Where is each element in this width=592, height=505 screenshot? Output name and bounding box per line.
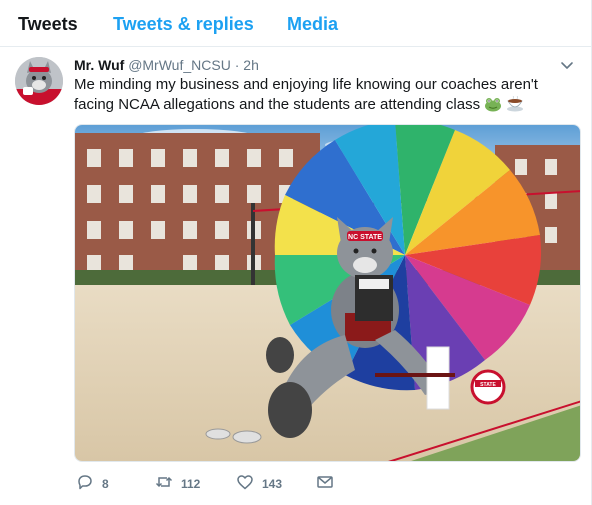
profile-tabs: Tweets Tweets & replies Media <box>0 0 592 47</box>
tab-media[interactable]: Media <box>287 12 338 36</box>
author-name[interactable]: Mr. Wuf <box>74 57 124 73</box>
direct-message-button[interactable] <box>316 472 334 496</box>
tab-tweets[interactable]: Tweets <box>18 12 78 36</box>
author-handle[interactable]: @MrWuf_NCSU <box>128 57 231 73</box>
tweet-card: Tweets Tweets & replies Media Mr. Wuf @M… <box>0 0 592 505</box>
tweet-timestamp[interactable]: 2h <box>243 57 259 73</box>
like-count: 143 <box>262 477 283 491</box>
tweet-header: Mr. Wuf @MrWuf_NCSU · 2h <box>74 55 259 75</box>
retweet-button[interactable]: 112 <box>155 472 200 496</box>
tab-tweets-and-replies[interactable]: Tweets & replies <box>113 12 254 36</box>
tweet-text-content: Me minding my business and enjoying life… <box>74 76 538 113</box>
tea-icon <box>506 95 524 112</box>
hat-text: NC STATE <box>348 234 382 241</box>
like-button[interactable]: 143 <box>236 472 282 496</box>
frog-icon <box>484 96 502 112</box>
like-icon <box>236 473 254 496</box>
separator-dot: · <box>234 57 240 73</box>
reply-button[interactable]: 8 <box>76 472 109 496</box>
reply-icon <box>76 473 94 496</box>
retweet-icon <box>155 473 173 496</box>
tweet-text: Me minding my business and enjoying life… <box>74 75 574 115</box>
reply-count: 8 <box>102 477 109 491</box>
avatar[interactable] <box>15 57 63 105</box>
tweet-media-photo[interactable]: NC STATE STATE <box>74 124 581 462</box>
tweet-actions: 8 112 143 <box>74 472 434 496</box>
chevron-down-icon[interactable] <box>560 58 574 72</box>
retweet-count: 112 <box>181 477 201 491</box>
ball-text: STATE <box>480 382 496 388</box>
direct-message-icon <box>316 473 334 496</box>
